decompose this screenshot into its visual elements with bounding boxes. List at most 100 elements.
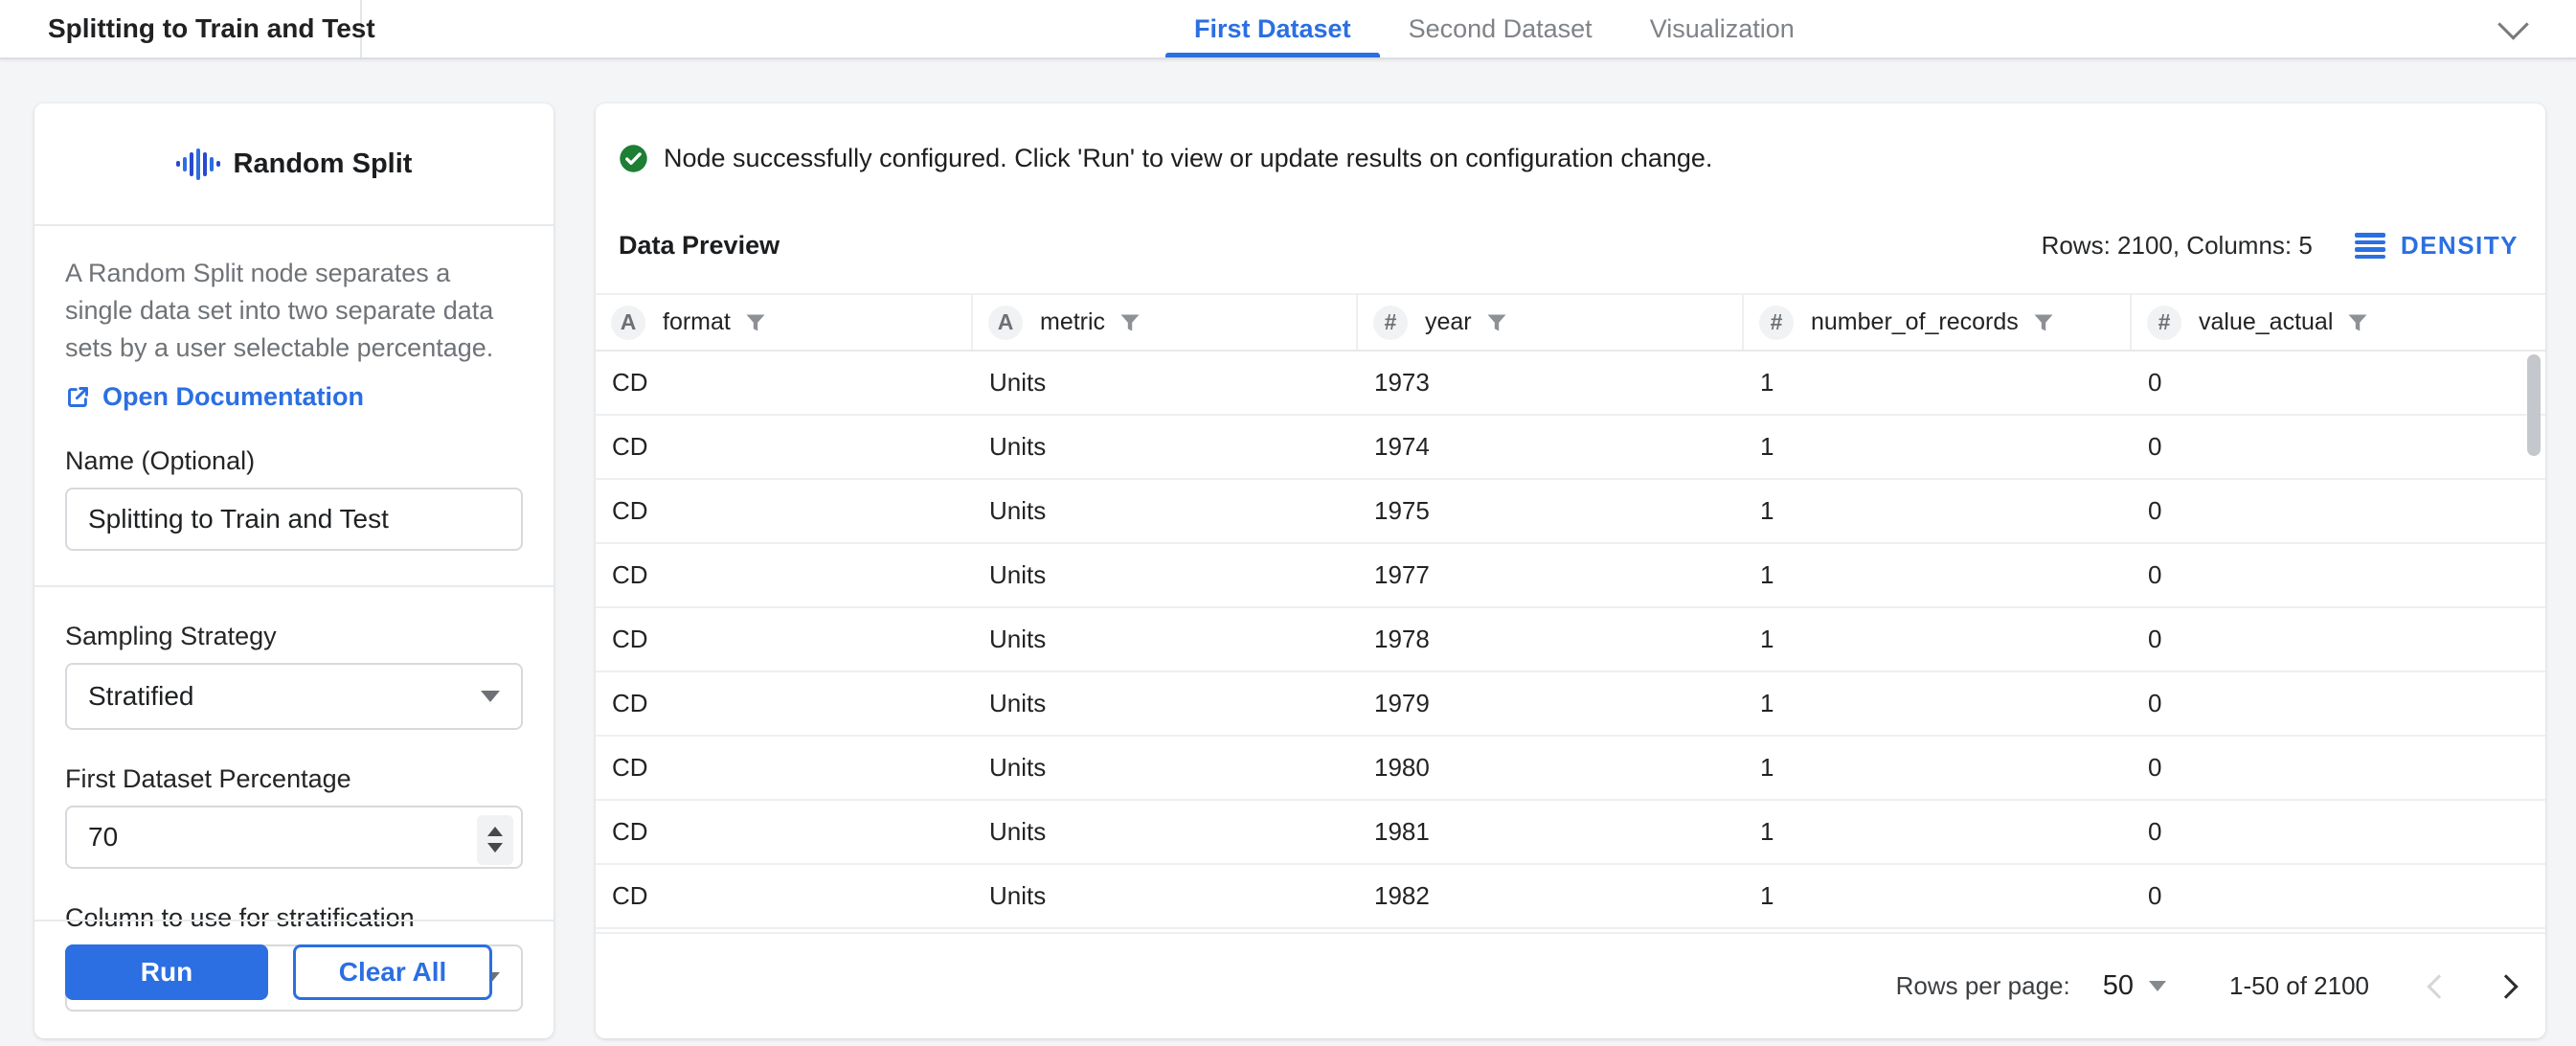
node-config-panel: Random Split A Random Split node separat… — [34, 103, 554, 1038]
table-body: CDUnits197310CDUnits197410CDUnits197510C… — [596, 352, 2545, 929]
filter-icon[interactable] — [744, 311, 767, 334]
density-icon[interactable] — [2355, 233, 2385, 259]
column-type-badge: A — [611, 306, 645, 340]
table-cell: Units — [973, 737, 1358, 799]
table-cell: CD — [596, 865, 973, 927]
table-header: AformatAmetric#year#number_of_records#va… — [596, 293, 2545, 352]
table-cell: Units — [973, 865, 1358, 927]
table-cell: Units — [973, 544, 1358, 606]
column-name: number_of_records — [1811, 308, 2019, 336]
table-cell: 1 — [1744, 480, 2132, 542]
column-type-badge: A — [988, 306, 1023, 340]
table-cell: 1 — [1744, 672, 2132, 735]
prev-page-button[interactable] — [2427, 974, 2451, 998]
column-name: metric — [1040, 308, 1105, 336]
tab-second-dataset[interactable]: Second Dataset — [1409, 0, 1593, 57]
table-cell: Units — [973, 801, 1358, 863]
table-cell: 1 — [1744, 801, 2132, 863]
table-row[interactable]: CDUnits197810 — [596, 608, 2545, 672]
table-cell: 1980 — [1358, 737, 1744, 799]
column-type-badge: # — [1759, 306, 1794, 340]
percentage-input[interactable] — [65, 806, 523, 869]
table-cell: 1975 — [1358, 480, 1744, 542]
run-button[interactable]: Run — [65, 944, 268, 1000]
column-header-value_actual[interactable]: #value_actual — [2132, 295, 2545, 350]
table-row[interactable]: CDUnits198110 — [596, 801, 2545, 865]
table-cell: CD — [596, 801, 973, 863]
table-row[interactable]: CDUnits197310 — [596, 352, 2545, 416]
percentage-label: First Dataset Percentage — [65, 764, 523, 794]
name-input[interactable] — [65, 488, 523, 551]
success-check-icon — [619, 144, 648, 173]
app-window: Splitting to Train and Test First Datase… — [0, 0, 2576, 1046]
table-cell: CD — [596, 480, 973, 542]
sampling-strategy-label: Sampling Strategy — [65, 622, 523, 651]
node-description: A Random Split node separates a single d… — [65, 255, 523, 367]
column-name: year — [1425, 308, 1472, 336]
clear-all-button[interactable]: Clear All — [293, 944, 492, 1000]
tab-first-dataset[interactable]: First Dataset — [1194, 0, 1351, 57]
next-page-button[interactable] — [2494, 974, 2518, 998]
table-cell: CD — [596, 608, 973, 671]
table-cell: 1981 — [1358, 801, 1744, 863]
vertical-scrollbar[interactable] — [2527, 354, 2541, 456]
external-link-icon — [65, 384, 91, 410]
column-header-metric[interactable]: Ametric — [973, 295, 1358, 350]
number-stepper[interactable] — [477, 815, 513, 865]
table-cell: 0 — [2132, 352, 2545, 414]
table-row[interactable]: CDUnits198210 — [596, 865, 2545, 929]
table-cell: 1 — [1744, 608, 2132, 671]
table-cell: 0 — [2132, 480, 2545, 542]
section-divider — [34, 585, 554, 587]
table-row[interactable]: CDUnits197910 — [596, 672, 2545, 737]
status-banner: Node successfully configured. Click 'Run… — [596, 103, 2545, 173]
table-cell: 1 — [1744, 737, 2132, 799]
table-row[interactable]: CDUnits197510 — [596, 480, 2545, 544]
table-cell: Units — [973, 672, 1358, 735]
table-row[interactable]: CDUnits198010 — [596, 737, 2545, 801]
column-type-badge: # — [1373, 306, 1408, 340]
status-message: Node successfully configured. Click 'Run… — [664, 144, 1712, 173]
column-header-year[interactable]: # year — [1358, 295, 1744, 350]
table-row[interactable]: CDUnits197710 — [596, 544, 2545, 608]
open-documentation-link[interactable]: Open Documentation — [65, 382, 523, 412]
table-cell: 1974 — [1358, 416, 1744, 478]
table-cell: 0 — [2132, 608, 2545, 671]
table-cell: 1977 — [1358, 544, 1744, 606]
rows-per-page-select[interactable]: 50 — [2103, 970, 2166, 1002]
column-header-format[interactable]: Aformat — [596, 295, 973, 350]
column-type-badge: # — [2147, 306, 2181, 340]
table-cell: Units — [973, 480, 1358, 542]
table-row[interactable]: CDUnits197410 — [596, 416, 2545, 480]
select-caret-icon — [481, 691, 500, 702]
top-bar: Splitting to Train and Test First Datase… — [0, 0, 2576, 59]
table-cell: 0 — [2132, 737, 2545, 799]
table-cell: 1978 — [1358, 608, 1744, 671]
active-tab-underline — [1165, 53, 1380, 57]
stepper-up-icon[interactable] — [487, 827, 503, 836]
node-header: Random Split — [34, 103, 554, 226]
table-cell: 1979 — [1358, 672, 1744, 735]
filter-icon[interactable] — [2346, 311, 2369, 334]
sampling-strategy-select[interactable]: Stratified — [65, 663, 523, 730]
rows-per-page-label: Rows per page: — [1896, 971, 2070, 1001]
column-header-number_of_records[interactable]: # number_of_records — [1744, 295, 2132, 350]
filter-icon[interactable] — [1485, 311, 1508, 334]
table-summary: Rows: 2100, Columns: 5 — [2042, 231, 2313, 261]
pagination-range: 1-50 of 2100 — [2229, 971, 2369, 1001]
node-title: Random Split — [234, 148, 413, 180]
table-cell: 0 — [2132, 416, 2545, 478]
density-button[interactable]: DENSITY — [2401, 231, 2519, 261]
tab-visualization[interactable]: Visualization — [1650, 0, 1795, 57]
stepper-down-icon[interactable] — [487, 843, 503, 853]
filter-icon[interactable] — [1119, 311, 1141, 334]
data-table: AformatAmetric#year#number_of_records#va… — [596, 293, 2545, 929]
table-cell: 0 — [2132, 801, 2545, 863]
filter-icon[interactable] — [2032, 311, 2055, 334]
page-title: Splitting to Train and Test — [0, 0, 362, 57]
table-cell: 0 — [2132, 544, 2545, 606]
table-cell: 1 — [1744, 352, 2132, 414]
column-name: format — [663, 308, 731, 336]
table-cell: Units — [973, 416, 1358, 478]
chevron-down-icon[interactable] — [2497, 9, 2529, 40]
